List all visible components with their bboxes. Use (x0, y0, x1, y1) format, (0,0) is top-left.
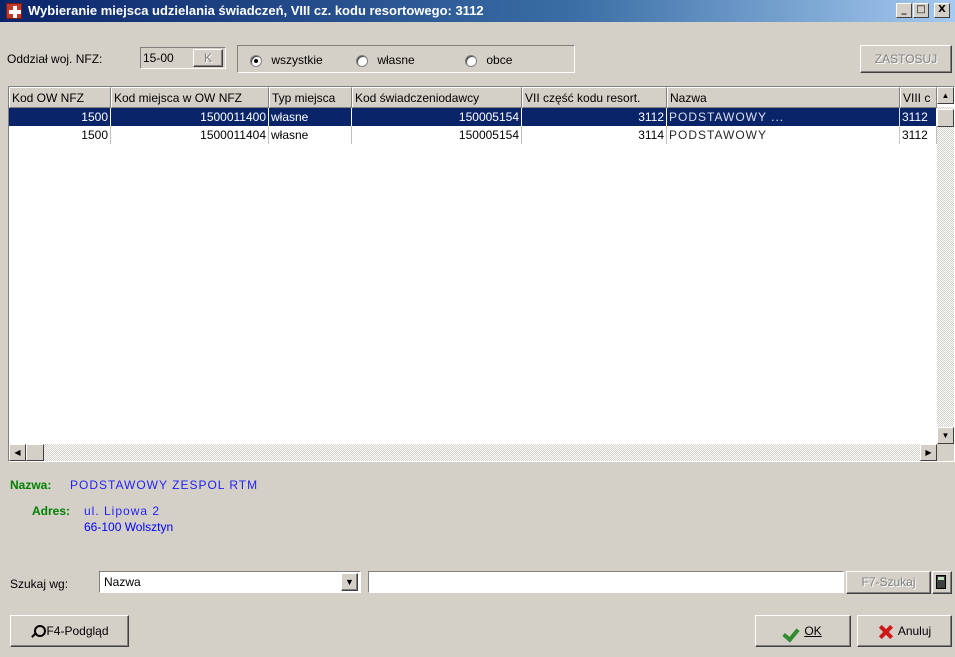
radio-other-label: obce (486, 53, 513, 67)
apply-button[interactable]: ZASTOSUJ (860, 45, 952, 73)
preview-button-label: F4-Podgląd (46, 624, 109, 638)
cancel-x-icon (878, 624, 894, 640)
oddzial-field[interactable]: 15-00 K (140, 47, 226, 69)
k-button[interactable]: K (193, 49, 223, 67)
horizontal-scrollbar[interactable]: ◀ ▶ (9, 444, 937, 461)
cell-kod-ow: 1500 (9, 108, 111, 126)
window-title: Wybieranie miejsca udzielania świadczeń,… (28, 3, 484, 18)
cell-vii: 3114 (522, 126, 667, 144)
scroll-right-icon[interactable]: ▶ (920, 444, 937, 461)
radio-own-indicator[interactable] (356, 54, 368, 67)
cancel-button[interactable]: Anuluj (857, 615, 952, 647)
col-header-viii[interactable]: VIII c (900, 87, 937, 108)
radio-other[interactable]: obce (465, 53, 512, 67)
cell-viii: 3112 (900, 126, 937, 144)
col-header-kod-ow[interactable]: Kod OW NFZ (9, 87, 111, 108)
cell-vii: 3112 (522, 108, 667, 126)
radio-all-label: wszystkie (271, 53, 323, 67)
col-header-vii-czesc[interactable]: VII część kodu resort. (522, 87, 667, 108)
col-header-nazwa[interactable]: Nazwa (667, 87, 900, 108)
close-button[interactable]: X (934, 3, 950, 18)
title-bar: Wybieranie miejsca udzielania świadczeń,… (0, 0, 955, 22)
scrollbar-corner (937, 444, 954, 461)
table-row[interactable]: 1500 1500011404 własne 150005154 3114 PO… (9, 126, 937, 144)
search-button[interactable]: F7-Szukaj (846, 571, 931, 594)
ok-button[interactable]: OK (755, 615, 851, 647)
nazwa-value: PODSTAWOWY ZESPOL RTM (70, 478, 259, 492)
maximize-button[interactable]: □ (913, 3, 929, 18)
search-label: Szukaj wg: (10, 577, 69, 591)
preview-button[interactable]: F4-Podgląd (10, 615, 129, 647)
radio-own-label: własne (377, 53, 415, 67)
search-field-select[interactable]: Nazwa ▼ (99, 571, 361, 593)
adres-label: Adres: (32, 504, 71, 518)
nazwa-label: Nazwa: (10, 478, 52, 492)
oddzial-value: 15-00 (143, 51, 174, 65)
radio-other-indicator[interactable] (465, 54, 477, 67)
cell-kod-swiad: 150005154 (352, 108, 522, 126)
cell-kod-ow: 1500 (9, 126, 111, 144)
results-table[interactable]: Kod OW NFZ Kod miejsca w OW NFZ Typ miej… (8, 86, 955, 462)
cell-kod-miejsca: 1500011400 (111, 108, 269, 126)
cell-typ: własne (269, 126, 352, 144)
cell-nazwa: PODSTAWOWY ... (667, 108, 900, 126)
chevron-down-icon[interactable]: ▼ (341, 573, 358, 591)
minimize-button[interactable]: _ (896, 3, 912, 18)
oddzial-label: Oddział woj. NFZ: (7, 52, 103, 66)
col-header-typ-miejsca[interactable]: Typ miejsca (269, 87, 352, 108)
radio-own[interactable]: własne (356, 53, 415, 67)
cell-viii: 3112 (900, 108, 937, 126)
search-field-value: Nazwa (104, 575, 141, 589)
scroll-down-icon[interactable]: ▼ (937, 427, 954, 444)
cell-kod-miejsca: 1500011404 (111, 126, 269, 144)
ok-button-label: OK (804, 624, 822, 638)
vertical-scroll-thumb[interactable] (937, 109, 954, 127)
radio-all-indicator[interactable] (250, 54, 262, 67)
col-header-kod-swiadczeniodawcy[interactable]: Kod świadczeniodawcy (352, 87, 522, 108)
scroll-up-icon[interactable]: ▲ (937, 87, 954, 104)
cancel-button-label: Anuluj (897, 624, 932, 638)
app-icon (6, 3, 22, 19)
radio-all[interactable]: wszystkie (250, 53, 323, 67)
adres-line2: 66-100 Wolsztyn (84, 520, 174, 534)
cell-nazwa: PODSTAWOWY (667, 126, 900, 144)
checkmark-icon (784, 624, 802, 640)
cell-typ: własne (269, 108, 352, 126)
cell-kod-swiad: 150005154 (352, 126, 522, 144)
radio-group: wszystkie własne obce (237, 45, 575, 73)
calculator-button[interactable] (932, 571, 952, 594)
adres-line1: ul. Lipowa 2 (84, 504, 161, 518)
col-header-kod-miejsca[interactable]: Kod miejsca w OW NFZ (111, 87, 269, 108)
scroll-left-icon[interactable]: ◀ (9, 444, 26, 461)
table-row[interactable]: 1500 1500011400 własne 150005154 3112 PO… (9, 108, 937, 126)
calculator-icon (936, 575, 946, 589)
magnifier-icon (30, 624, 47, 640)
vertical-scrollbar[interactable]: ▲ ▼ (937, 87, 954, 461)
horizontal-scroll-thumb[interactable] (26, 444, 44, 461)
search-input[interactable] (368, 571, 844, 593)
